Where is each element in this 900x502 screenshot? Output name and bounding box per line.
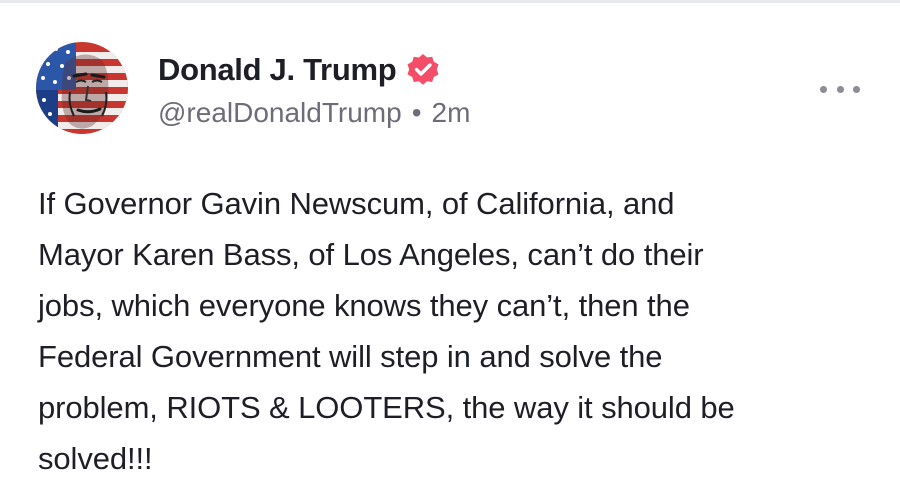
post-text-line: jobs, which everyone knows they can’t, t…	[38, 288, 690, 323]
author-display-name[interactable]: Donald J. Trump	[158, 52, 397, 88]
more-options-icon[interactable]	[820, 78, 860, 100]
more-dot	[836, 85, 844, 93]
post-text-line: problem, RIOTS & LOOTERS, the way it sho…	[38, 390, 735, 425]
post-text-line: If Governor Gavin Newscum, of California…	[38, 186, 675, 221]
post-timestamp[interactable]: 2m	[432, 97, 471, 129]
author-name-row: Donald J. Trump	[158, 50, 470, 90]
more-dot	[853, 85, 860, 93]
post-text-line: solved!!!	[38, 441, 153, 476]
verified-badge-icon	[405, 52, 441, 88]
author-info: Donald J. Trump @realDonaldTrump • 2m	[158, 50, 470, 129]
post-card: Donald J. Trump @realDonaldTrump • 2m If…	[0, 0, 900, 502]
author-handle[interactable]: @realDonaldTrump	[158, 97, 402, 129]
flag-portrait-avatar-icon	[36, 42, 128, 134]
post-text-line: Mayor Karen Bass, of Los Angeles, can’t …	[38, 237, 704, 272]
author-meta-row: @realDonaldTrump • 2m	[158, 97, 470, 129]
more-dot	[820, 85, 827, 93]
meta-separator: •	[411, 97, 422, 128]
post-body-text: If Governor Gavin Newscum, of California…	[38, 178, 878, 484]
author-avatar[interactable]	[36, 42, 128, 134]
post-text-line: Federal Government will step in and solv…	[38, 339, 663, 374]
